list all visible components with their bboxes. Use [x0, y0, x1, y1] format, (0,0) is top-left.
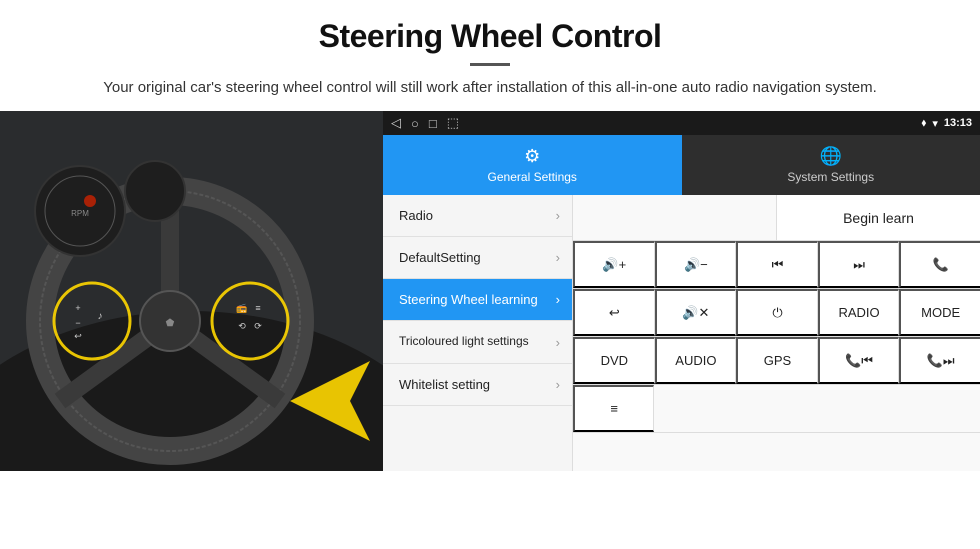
- prev-track-button[interactable]: ⏮: [736, 241, 818, 288]
- gps-button[interactable]: GPS: [736, 337, 818, 384]
- list-button[interactable]: ≡: [573, 385, 654, 432]
- panel-row-1: Begin learn: [573, 195, 980, 241]
- location-icon: ⬧: [921, 117, 926, 130]
- time-display: 13:13: [944, 117, 972, 129]
- phone-next-button[interactable]: 📞⏭: [899, 337, 980, 384]
- left-menu: Radio › DefaultSetting › Steering Wheel …: [383, 195, 573, 471]
- volume-down-button[interactable]: 🔊−: [655, 241, 737, 288]
- return-button[interactable]: ↩: [573, 289, 655, 336]
- title-divider: [470, 63, 510, 66]
- phone-button[interactable]: 📞: [899, 241, 980, 288]
- tab-system-settings[interactable]: 🌐 System Settings: [682, 135, 980, 195]
- radio-button[interactable]: RADIO: [818, 289, 900, 336]
- panel-row-5: ≡: [573, 385, 980, 433]
- dvd-button[interactable]: DVD: [573, 337, 655, 384]
- menu-steering-label: Steering Wheel learning: [399, 292, 538, 307]
- power-icon: ⏻: [772, 305, 782, 321]
- status-bar: ◁ ○ □ ⬚ ⬧ ▾ 13:13: [383, 111, 980, 135]
- radio-label: RADIO: [838, 305, 879, 320]
- mute-icon: 🔊✕: [682, 305, 709, 321]
- gps-label: GPS: [764, 353, 791, 368]
- gear-icon: ⚙: [524, 146, 540, 167]
- list-icon: ≡: [610, 401, 618, 416]
- next-track-button[interactable]: ⏭: [818, 241, 900, 288]
- svg-text:RPM: RPM: [71, 209, 89, 218]
- svg-text:♪: ♪: [98, 311, 103, 322]
- volume-up-button[interactable]: 🔊+: [573, 241, 655, 288]
- svg-text:≡: ≡: [255, 303, 260, 313]
- panel-row-4: DVD AUDIO GPS 📞⏮ 📞⏭: [573, 337, 980, 385]
- car-image: ⬟ + − ↩ ♪ 📻 ≡ ⟲ ⟳ RPM: [0, 111, 383, 471]
- chevron-right-icon: ›: [556, 335, 560, 350]
- phone-next-icon: 📞⏭: [927, 353, 955, 369]
- chevron-right-icon: ›: [556, 377, 560, 392]
- return-icon: ↩: [609, 305, 620, 321]
- home-nav-icon[interactable]: ○: [411, 116, 419, 131]
- recent-nav-icon[interactable]: □: [429, 116, 437, 131]
- next-track-icon: ⏭: [853, 257, 865, 273]
- panel-row-2: 🔊+ 🔊− ⏮ ⏭ 📞: [573, 241, 980, 289]
- menu-item-radio[interactable]: Radio ›: [383, 195, 572, 237]
- begin-learn-button[interactable]: Begin learn: [777, 195, 980, 240]
- main-area: Radio › DefaultSetting › Steering Wheel …: [383, 195, 980, 471]
- volume-up-icon: 🔊+: [602, 257, 626, 273]
- back-nav-icon[interactable]: ◁: [391, 115, 401, 131]
- svg-text:−: −: [75, 318, 80, 328]
- page-title: Steering Wheel Control: [60, 18, 920, 55]
- globe-icon: 🌐: [820, 146, 842, 167]
- page-subtitle: Your original car's steering wheel contr…: [60, 76, 920, 99]
- dvd-label: DVD: [601, 353, 628, 368]
- audio-button[interactable]: AUDIO: [655, 337, 737, 384]
- menu-item-tricoloured[interactable]: Tricoloured light settings ›: [383, 321, 572, 364]
- status-icons: ⬧ ▾ 13:13: [921, 117, 972, 130]
- volume-down-icon: 🔊−: [684, 257, 708, 273]
- mute-button[interactable]: 🔊✕: [655, 289, 737, 336]
- menu-default-label: DefaultSetting: [399, 250, 481, 265]
- chevron-right-icon: ›: [556, 292, 560, 307]
- svg-text:⬟: ⬟: [166, 318, 175, 329]
- tab-system-label: System Settings: [787, 170, 874, 184]
- svg-text:📻: 📻: [236, 303, 247, 313]
- screenshot-nav-icon[interactable]: ⬚: [447, 115, 459, 131]
- svg-text:⟲: ⟲: [238, 321, 246, 331]
- page-header: Steering Wheel Control Your original car…: [0, 0, 980, 111]
- nav-buttons: ◁ ○ □ ⬚: [391, 115, 459, 131]
- svg-text:+: +: [75, 303, 80, 313]
- panel-row-3: ↩ 🔊✕ ⏻ RADIO MODE: [573, 289, 980, 337]
- mode-label: MODE: [921, 305, 960, 320]
- menu-item-default-setting[interactable]: DefaultSetting ›: [383, 237, 572, 279]
- phone-prev-icon: 📞⏮: [845, 353, 873, 369]
- menu-whitelist-label: Whitelist setting: [399, 377, 490, 392]
- tab-bar: ⚙ General Settings 🌐 System Settings: [383, 135, 980, 195]
- android-ui: ◁ ○ □ ⬚ ⬧ ▾ 13:13 ⚙ General Settings 🌐 S…: [383, 111, 980, 471]
- power-button[interactable]: ⏻: [736, 289, 818, 336]
- menu-radio-label: Radio: [399, 208, 433, 223]
- menu-item-steering-wheel[interactable]: Steering Wheel learning ›: [383, 279, 572, 321]
- empty-display: [573, 195, 777, 240]
- tab-general-label: General Settings: [488, 170, 577, 184]
- mode-button[interactable]: MODE: [899, 289, 980, 336]
- wifi-icon: ▾: [932, 117, 938, 130]
- chevron-right-icon: ›: [556, 250, 560, 265]
- svg-text:⟳: ⟳: [254, 321, 262, 331]
- phone-prev-button[interactable]: 📞⏮: [818, 337, 900, 384]
- svg-text:↩: ↩: [74, 331, 82, 341]
- right-panel: Begin learn 🔊+ 🔊− ⏮ ⏭: [573, 195, 980, 471]
- content-row: ⬟ + − ↩ ♪ 📻 ≡ ⟲ ⟳ RPM: [0, 111, 980, 471]
- prev-track-icon: ⏮: [772, 257, 784, 273]
- menu-item-whitelist[interactable]: Whitelist setting ›: [383, 364, 572, 406]
- chevron-right-icon: ›: [556, 208, 560, 223]
- phone-icon: 📞: [933, 257, 949, 273]
- audio-label: AUDIO: [675, 353, 716, 368]
- menu-tricoloured-label: Tricoloured light settings: [399, 334, 529, 350]
- tab-general-settings[interactable]: ⚙ General Settings: [383, 135, 682, 195]
